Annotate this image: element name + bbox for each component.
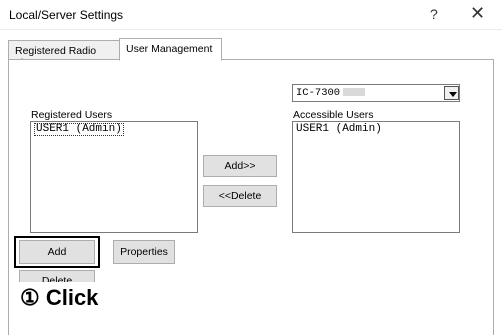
registered-users-list[interactable]: USER1 (Admin) [30, 121, 198, 233]
chevron-down-icon[interactable] [444, 86, 459, 100]
list-item[interactable]: USER1 (Admin) [34, 123, 124, 136]
list-item[interactable]: USER1 (Admin) [296, 123, 382, 135]
click-callout: ① Click [14, 282, 134, 318]
radio-select-value: IC-7300 [296, 87, 341, 99]
click-highlight [14, 236, 100, 268]
tab-registered-radio-list[interactable]: Registered Radio List [8, 40, 120, 69]
radio-select[interactable]: IC-7300 [292, 84, 460, 102]
settings-window: Local/Server Settings ? ✕ Registered Rad… [0, 0, 502, 335]
window-title: Local/Server Settings [9, 8, 124, 22]
add-to-accessible-button[interactable]: Add>> [203, 155, 277, 177]
registered-users-label: Registered Users [31, 109, 113, 121]
redacted-serial [343, 88, 366, 97]
delete-from-accessible-button[interactable]: <<Delete [203, 185, 277, 207]
accessible-users-list[interactable]: USER1 (Admin) [292, 121, 460, 233]
accessible-users-label: Accessible Users [293, 109, 374, 121]
properties-button[interactable]: Properties [113, 240, 175, 264]
help-button[interactable]: ? [430, 6, 438, 22]
tab-user-management[interactable]: User Management [119, 38, 222, 61]
close-button[interactable]: ✕ [470, 3, 485, 24]
